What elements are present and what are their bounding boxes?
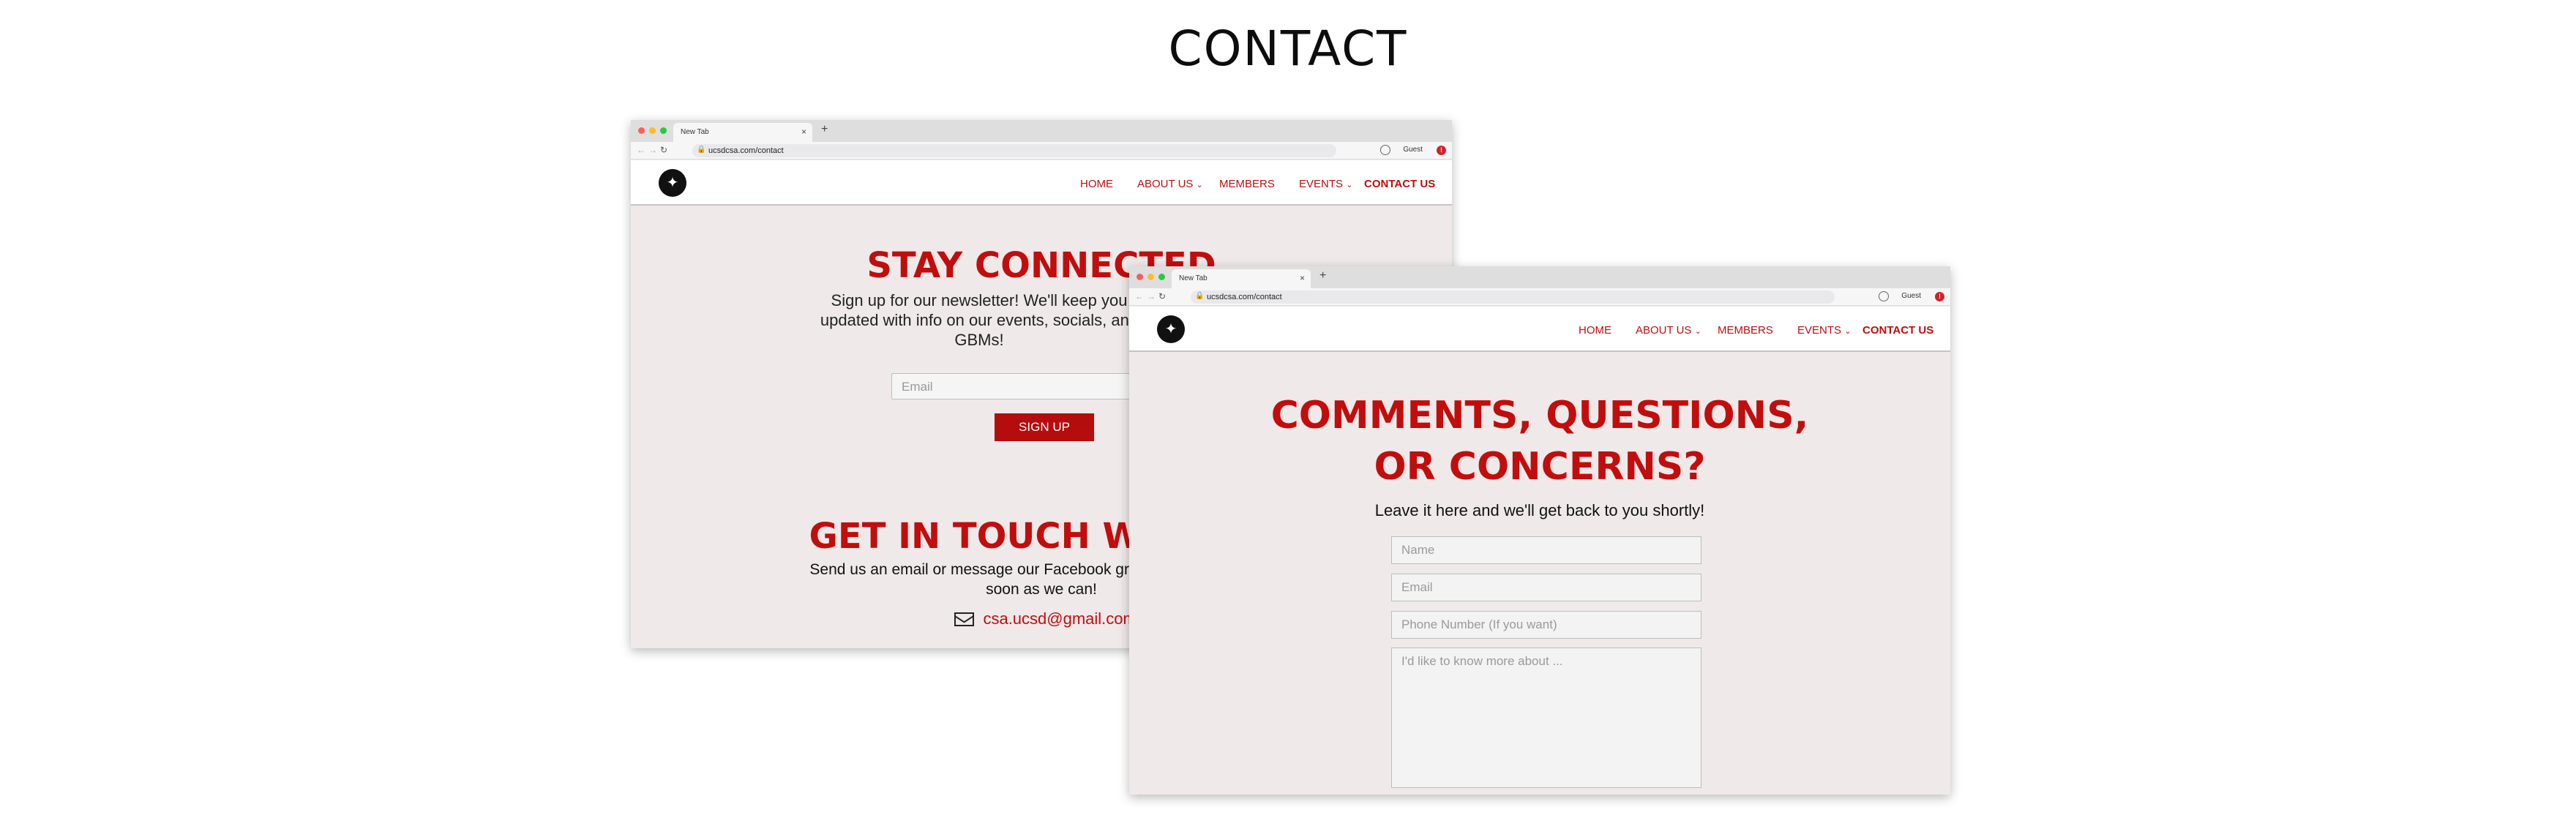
comments-title-line1: COMMENTS, QUESTIONS,: [1270, 394, 1809, 438]
minimize-window-button[interactable]: [1147, 274, 1154, 280]
newsletter-email-input[interactable]: Email: [891, 373, 1169, 399]
tab-bar: New Tab × +: [631, 120, 1452, 142]
site-navbar: ✦ HOME ABOUT US ⌄ MEMBERS EVENTS ⌄ CONTA…: [1129, 307, 1950, 352]
maximize-window-button[interactable]: [660, 127, 667, 134]
alert-icon[interactable]: !: [1437, 146, 1446, 155]
browser-tab[interactable]: New Tab ×: [1172, 269, 1311, 288]
forward-icon[interactable]: →: [648, 145, 657, 155]
reload-icon[interactable]: ↻: [660, 145, 667, 155]
nav-events-label: EVENTS: [1299, 178, 1344, 190]
profile-icon[interactable]: [1380, 145, 1390, 155]
tab-close-icon[interactable]: ×: [801, 127, 806, 137]
page-title: CONTACT: [1168, 20, 1408, 77]
tab-bar: New Tab × +: [1129, 266, 1950, 288]
nav-home[interactable]: HOME: [1080, 178, 1113, 190]
lock-icon: 🔒: [1195, 292, 1205, 300]
browser-tab[interactable]: New Tab ×: [673, 123, 812, 142]
forward-icon[interactable]: →: [1147, 291, 1156, 301]
nav-events[interactable]: EVENTS ⌄: [1797, 324, 1851, 337]
name-input[interactable]: Name: [1391, 536, 1701, 564]
tab-title: New Tab: [681, 128, 709, 136]
back-icon[interactable]: ←: [637, 145, 645, 155]
close-window-button[interactable]: [1137, 274, 1143, 280]
chevron-down-icon: ⌄: [1196, 181, 1203, 189]
chevron-down-icon: ⌄: [1844, 327, 1852, 336]
chevron-down-icon: ⌄: [1694, 327, 1701, 336]
site-navbar: ✦ HOME ABOUT US ⌄ MEMBERS EVENTS ⌄ CONTA…: [631, 160, 1452, 206]
new-tab-button[interactable]: +: [1319, 269, 1326, 282]
sign-up-button[interactable]: SIGN UP: [995, 413, 1094, 441]
email-link[interactable]: csa.ucsd@gmail.com: [983, 609, 1136, 628]
back-icon[interactable]: ←: [1135, 291, 1144, 301]
url-text: ucsdcsa.com/contact: [708, 146, 784, 155]
new-tab-button[interactable]: +: [821, 123, 828, 136]
browser-window-contact-form: New Tab × + ← → ↻ 🔒 ucsdcsa.com/contact …: [1129, 266, 1950, 795]
tab-title: New Tab: [1179, 274, 1208, 282]
lock-icon: 🔒: [697, 146, 706, 154]
nav-about-us[interactable]: ABOUT US ⌄: [1137, 178, 1203, 190]
message-textarea[interactable]: I'd like to know more about ...: [1391, 648, 1701, 788]
nav-about-us[interactable]: ABOUT US ⌄: [1636, 324, 1701, 337]
email-contact-row: csa.ucsd@gmail.com: [954, 609, 1137, 630]
profile-icon[interactable]: [1879, 291, 1889, 301]
address-bar[interactable]: 🔒 ucsdcsa.com/contact: [1191, 290, 1835, 304]
address-bar[interactable]: 🔒 ucsdcsa.com/contact: [692, 144, 1336, 157]
chevron-down-icon: ⌄: [1346, 181, 1353, 189]
url-text: ucsdcsa.com/contact: [1207, 293, 1282, 301]
tab-close-icon[interactable]: ×: [1300, 273, 1305, 283]
email-input[interactable]: Email: [1391, 574, 1701, 601]
nav-contact-us[interactable]: CONTACT US: [1862, 324, 1933, 337]
alert-icon[interactable]: !: [1935, 292, 1944, 301]
browser-toolbar: ← → ↻ 🔒 ucsdcsa.com/contact Guest !: [1129, 288, 1950, 306]
guest-label[interactable]: Guest: [1901, 292, 1921, 300]
reload-icon[interactable]: ↻: [1158, 291, 1166, 301]
nav-about-label: ABOUT US: [1636, 324, 1692, 337]
comments-title-line2: OR CONCERNS?: [1374, 445, 1706, 489]
contact-form-content: COMMENTS, QUESTIONS, OR CONCERNS? Leave …: [1129, 353, 1950, 795]
maximize-window-button[interactable]: [1158, 274, 1165, 280]
close-window-button[interactable]: [638, 127, 645, 134]
nav-members[interactable]: MEMBERS: [1219, 178, 1275, 190]
logo[interactable]: ✦: [659, 169, 686, 197]
mail-icon: [954, 612, 974, 626]
nav-about-label: ABOUT US: [1137, 178, 1194, 190]
browser-toolbar: ← → ↻ 🔒 ucsdcsa.com/contact Guest !: [631, 142, 1452, 159]
minimize-window-button[interactable]: [649, 127, 656, 134]
nav-events[interactable]: EVENTS ⌄: [1299, 178, 1352, 190]
guest-label[interactable]: Guest: [1403, 146, 1423, 154]
logo[interactable]: ✦: [1157, 315, 1185, 343]
nav-members[interactable]: MEMBERS: [1718, 324, 1773, 337]
nav-home[interactable]: HOME: [1579, 324, 1611, 337]
contact-subtitle: Leave it here and we'll get back to you …: [1374, 501, 1705, 519]
phone-input[interactable]: Phone Number (If you want): [1391, 611, 1701, 639]
nav-contact-us[interactable]: CONTACT US: [1364, 178, 1435, 190]
nav-events-label: EVENTS: [1797, 324, 1842, 337]
comments-title: COMMENTS, QUESTIONS, OR CONCERNS?: [1129, 390, 1950, 492]
